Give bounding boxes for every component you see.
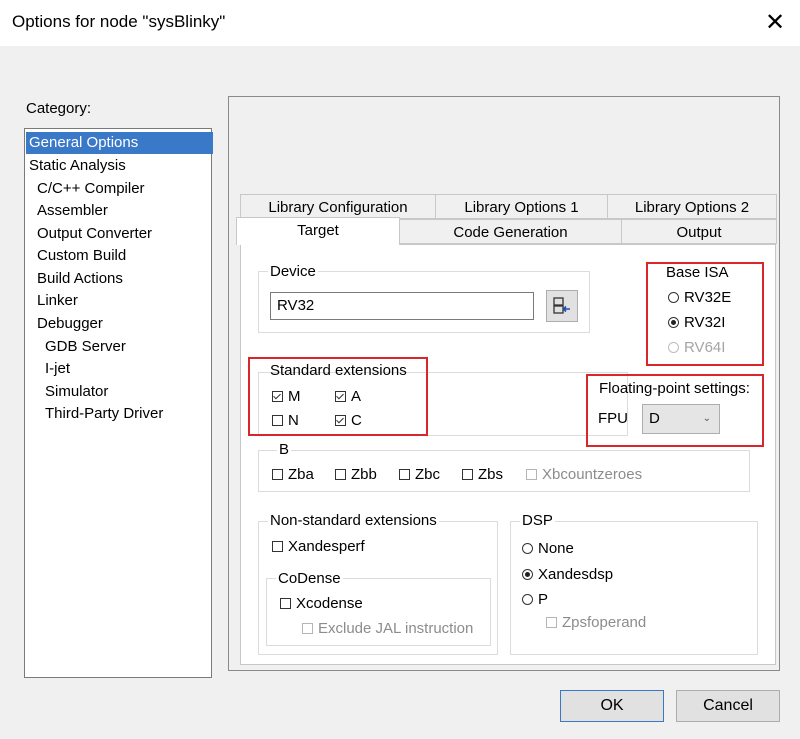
radio-dsp-p[interactable]: P (522, 591, 548, 609)
chevron-down-icon: ⌄ (702, 413, 711, 424)
category-item-output-converter[interactable]: Output Converter (37, 223, 152, 245)
category-label: Category: (26, 100, 92, 117)
close-icon[interactable]: ✕ (760, 8, 790, 38)
checkbox-xandesperf-label: Xandesperf (288, 538, 365, 555)
category-item-build-actions[interactable]: Build Actions (37, 268, 123, 290)
radio-dsp-xandesdsp-dot (522, 569, 533, 580)
checkbox-m[interactable]: M (272, 388, 301, 406)
tab-output[interactable]: Output (621, 219, 777, 244)
checkbox-zbb-box (335, 469, 346, 480)
category-item-debugger[interactable]: Debugger (37, 313, 103, 335)
fpu-select[interactable]: D ⌄ (642, 404, 720, 434)
fpu-select-value: D (649, 410, 660, 427)
radio-dsp-xandesdsp[interactable]: Xandesdsp (522, 566, 613, 584)
checkbox-exclude-jal-box (302, 623, 313, 634)
checkbox-a[interactable]: A (335, 388, 361, 406)
checkbox-zpsfoperand-label: Zpsfoperand (562, 614, 647, 631)
radio-rv64i-dot (668, 342, 679, 353)
category-item-linker[interactable]: Linker (37, 290, 78, 312)
radio-dsp-none[interactable]: None (522, 540, 574, 558)
tab-library-options-1[interactable]: Library Options 1 (435, 194, 608, 219)
radio-rv64i[interactable]: RV64I (668, 339, 725, 357)
checkbox-zba-box (272, 469, 283, 480)
checkbox-zbc-box (399, 469, 410, 480)
checkbox-exclude-jal[interactable]: Exclude JAL instruction (302, 620, 473, 638)
checkbox-zbb-label: Zbb (351, 466, 377, 483)
checkbox-xcodense-label: Xcodense (296, 595, 363, 612)
checkbox-n-box (272, 415, 283, 426)
checkbox-xandesperf-box (272, 541, 283, 552)
checkbox-zbs-label: Zbs (478, 466, 504, 483)
radio-dsp-p-dot (522, 594, 533, 605)
checkbox-zba-label: Zba (288, 466, 314, 483)
checkbox-c[interactable]: C (335, 412, 362, 430)
checkbox-xbcountzeroes[interactable]: Xbcountzeroes (526, 466, 642, 484)
category-item-assembler[interactable]: Assembler (37, 200, 108, 222)
category-item-c-cpp-compiler[interactable]: C/C++ Compiler (37, 178, 145, 200)
dsp-label: DSP (520, 512, 555, 529)
window-title: Options for node "sysBlinky" (12, 12, 226, 31)
checkbox-c-label: C (351, 412, 362, 429)
radio-dsp-none-label: None (538, 540, 574, 557)
checkbox-xandesperf[interactable]: Xandesperf (272, 538, 365, 556)
radio-rv32e-dot (668, 292, 679, 303)
radio-rv32i[interactable]: RV32I (668, 314, 725, 332)
checkbox-zbc-label: Zbc (415, 466, 441, 483)
checkbox-zbs-box (462, 469, 473, 480)
checkbox-zba[interactable]: Zba (272, 466, 314, 484)
checkbox-xbcountzeroes-label: Xbcountzeroes (542, 466, 643, 483)
checkbox-zpsfoperand-box (546, 617, 557, 628)
checkbox-n[interactable]: N (272, 412, 299, 430)
radio-rv64i-label: RV64I (684, 339, 726, 356)
radio-rv32i-label: RV32I (684, 314, 726, 331)
tab-code-generation[interactable]: Code Generation (399, 219, 622, 244)
nonstandard-extensions-label: Non-standard extensions (268, 512, 439, 529)
checkbox-m-label: M (288, 388, 301, 405)
cancel-button[interactable]: Cancel (676, 690, 780, 722)
checkbox-xcodense[interactable]: Xcodense (280, 595, 363, 613)
base-isa-label: Base ISA (666, 264, 729, 281)
checkbox-a-label: A (351, 388, 362, 405)
checkbox-zbc[interactable]: Zbc (399, 466, 440, 484)
radio-dsp-none-dot (522, 543, 533, 554)
checkbox-c-box (335, 415, 346, 426)
checkbox-zpsfoperand[interactable]: Zpsfoperand (546, 614, 646, 632)
radio-rv32e-label: RV32E (684, 289, 732, 306)
device-select-button[interactable] (546, 290, 578, 322)
device-select-icon (553, 297, 570, 314)
floating-point-label: Floating-point settings: (599, 380, 750, 397)
category-item-third-party-driver[interactable]: Third-Party Driver (45, 403, 163, 425)
b-extensions-group (258, 450, 750, 492)
codense-label: CoDense (276, 570, 343, 587)
category-item-custom-build[interactable]: Custom Build (37, 245, 126, 267)
category-item-general-options[interactable]: General Options (26, 132, 213, 154)
ok-button[interactable]: OK (560, 690, 664, 722)
checkbox-n-label: N (288, 412, 299, 429)
category-list[interactable]: General Options Static Analysis C/C++ Co… (24, 128, 213, 678)
category-item-i-jet[interactable]: I-jet (45, 358, 70, 380)
checkbox-a-box (335, 391, 346, 402)
device-label: Device (268, 263, 318, 280)
radio-dsp-xandesdsp-label: Xandesdsp (538, 566, 614, 583)
b-extensions-label: B (277, 441, 292, 458)
checkbox-xcodense-box (280, 598, 291, 609)
checkbox-zbs[interactable]: Zbs (462, 466, 503, 484)
checkbox-xbcountzeroes-box (526, 469, 537, 480)
category-item-simulator[interactable]: Simulator (45, 381, 108, 403)
standard-extensions-label: Standard extensions (270, 362, 407, 379)
device-input[interactable]: RV32 (270, 292, 534, 320)
checkbox-zbb[interactable]: Zbb (335, 466, 377, 484)
tab-target[interactable]: Target (236, 217, 400, 245)
fpu-label: FPU (598, 410, 628, 427)
tab-library-options-2[interactable]: Library Options 2 (607, 194, 777, 219)
category-item-gdb-server[interactable]: GDB Server (45, 336, 126, 358)
checkbox-m-box (272, 391, 283, 402)
radio-rv32e[interactable]: RV32E (668, 289, 731, 307)
checkbox-exclude-jal-label: Exclude JAL instruction (318, 620, 474, 637)
tab-library-configuration[interactable]: Library Configuration (240, 194, 436, 219)
category-item-static-analysis[interactable]: Static Analysis (29, 155, 126, 177)
radio-rv32i-dot (668, 317, 679, 328)
radio-dsp-p-label: P (538, 591, 549, 608)
